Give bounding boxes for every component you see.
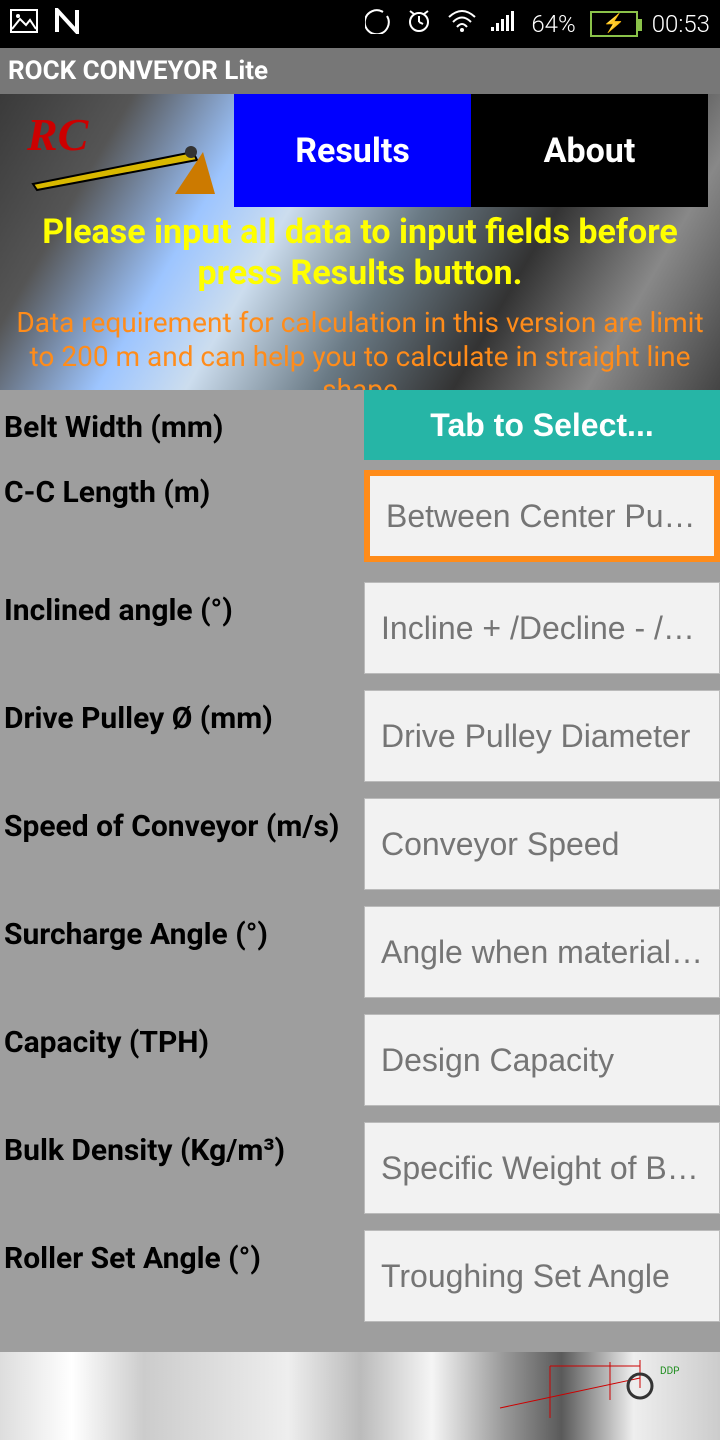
row-roller-angle: Roller Set Angle (°) (0, 1236, 720, 1344)
bulk-density-field-wrap (364, 1122, 720, 1214)
roller-angle-field-wrap (364, 1230, 720, 1322)
label-surcharge: Surcharge Angle (°) (0, 912, 362, 953)
tab-results-label: Results (295, 131, 410, 171)
app-logo: RC (6, 100, 230, 208)
drive-pulley-field-wrap (364, 690, 720, 782)
app-title: ROCK CONVEYOR Lite (8, 56, 268, 86)
svg-text:RC: RC (26, 109, 90, 160)
dnd-icon (365, 8, 391, 40)
banner-secondary: Data requirement for calculation in this… (8, 306, 712, 390)
header-zone: RC Results About Please input all data t… (0, 94, 720, 390)
belt-width-select-text: Tab to Select... (430, 407, 653, 444)
row-bulk-density: Bulk Density (Kg/m³) (0, 1128, 720, 1236)
belt-width-select-button[interactable]: Tab to Select... (364, 390, 720, 460)
alarm-icon (405, 7, 433, 41)
tab-about[interactable]: About (471, 94, 708, 207)
row-speed: Speed of Conveyor (m/s) (0, 804, 720, 912)
row-cc-length: C-C Length (m) (0, 470, 720, 588)
label-drive-pulley: Drive Pulley Ø (mm) (0, 696, 362, 737)
inclined-angle-input[interactable] (365, 583, 719, 673)
svg-text:DDP: DDP (660, 1366, 679, 1377)
tab-about-label: About (544, 131, 636, 171)
image-icon (10, 9, 38, 40)
surcharge-input[interactable] (365, 907, 719, 997)
bottom-diagram-strip: DDP (0, 1352, 720, 1440)
row-drive-pulley: Drive Pulley Ø (mm) (0, 696, 720, 804)
form-area: Belt Width (mm) Tab to Select... C-C Len… (0, 390, 720, 1352)
capacity-field-wrap (364, 1014, 720, 1106)
row-surcharge: Surcharge Angle (°) (0, 912, 720, 1020)
speed-field-wrap (364, 798, 720, 890)
signal-icon (491, 9, 517, 39)
app-bar: ROCK CONVEYOR Lite (0, 48, 720, 94)
inclined-angle-field-wrap (364, 582, 720, 674)
clock-time: 00:53 (652, 10, 710, 38)
status-bar: 64% ⚡ 00:53 (0, 0, 720, 48)
drive-pulley-input[interactable] (365, 691, 719, 781)
label-inclined-angle: Inclined angle (°) (0, 588, 362, 629)
tab-results[interactable]: Results (234, 94, 471, 207)
row-belt-width: Belt Width (mm) Tab to Select... (0, 390, 720, 460)
label-bulk-density: Bulk Density (Kg/m³) (0, 1128, 362, 1169)
banner-primary: Please input all data to input fields be… (12, 212, 708, 294)
row-capacity: Capacity (TPH) (0, 1020, 720, 1128)
label-cc-length: C-C Length (m) (0, 470, 362, 511)
tabs: Results About (234, 94, 708, 207)
speed-input[interactable] (365, 799, 719, 889)
label-belt-width: Belt Width (mm) (0, 405, 362, 446)
roller-angle-input[interactable] (365, 1231, 719, 1321)
battery-pct: 64% (531, 10, 575, 38)
label-capacity: Capacity (TPH) (0, 1020, 362, 1061)
cc-length-input[interactable] (370, 476, 714, 556)
label-roller-angle: Roller Set Angle (°) (0, 1236, 362, 1277)
capacity-input[interactable] (365, 1015, 719, 1105)
label-speed: Speed of Conveyor (m/s) (0, 804, 362, 845)
wifi-icon (447, 9, 477, 39)
battery-icon: ⚡ (590, 11, 638, 37)
row-inclined-angle: Inclined angle (°) (0, 588, 720, 696)
n-icon (54, 8, 80, 41)
surcharge-field-wrap (364, 906, 720, 998)
bulk-density-input[interactable] (365, 1123, 719, 1213)
cc-length-field-wrap (364, 470, 720, 562)
